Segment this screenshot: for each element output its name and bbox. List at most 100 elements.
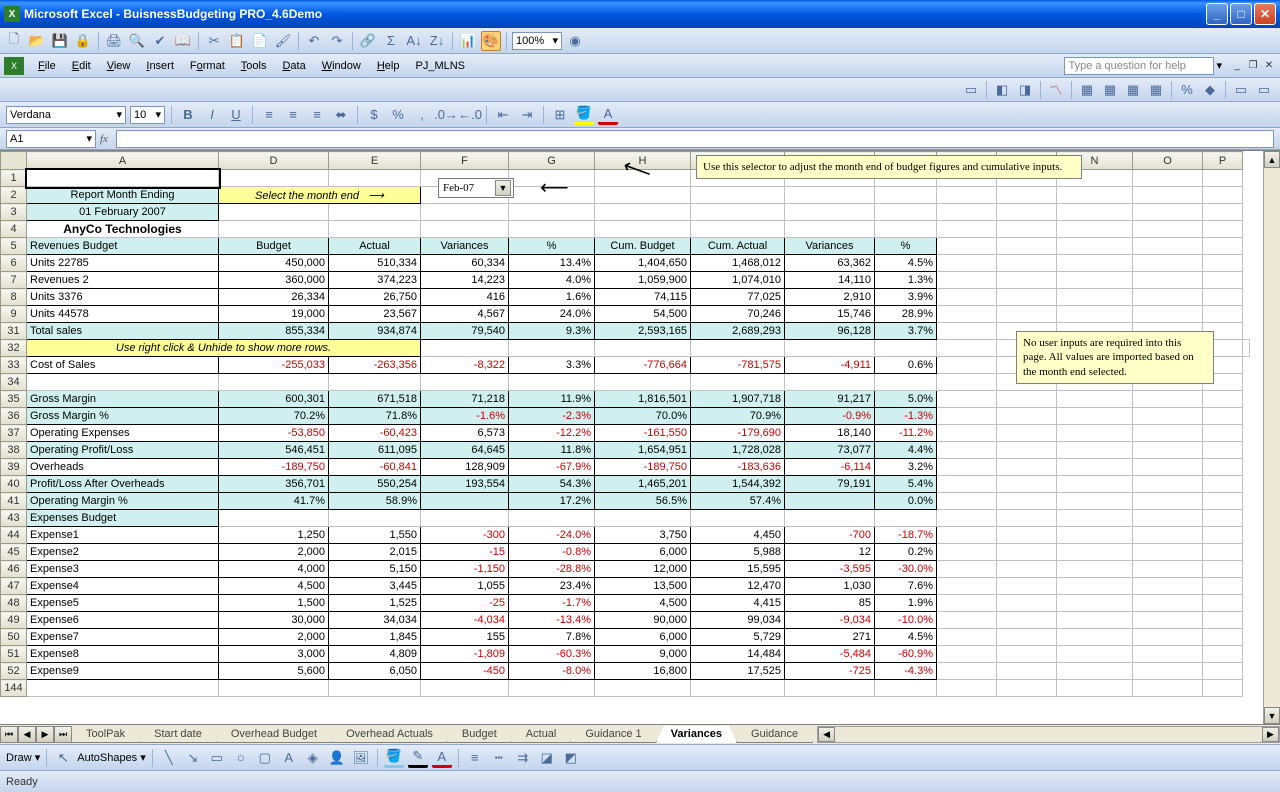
- preview-icon[interactable]: 🔍: [127, 31, 147, 51]
- menu-format[interactable]: Format: [182, 57, 233, 75]
- sheet-tab[interactable]: Start date: [139, 726, 217, 743]
- sheet-tab[interactable]: Budget: [447, 726, 512, 743]
- sheet-tab[interactable]: Overhead Actuals: [331, 726, 448, 743]
- dec-decimal-icon[interactable]: ←.0: [460, 105, 480, 125]
- picture-icon[interactable]: 🖼: [351, 748, 371, 768]
- te-icon[interactable]: ▦: [1100, 80, 1120, 100]
- close-button[interactable]: ✕: [1254, 3, 1276, 25]
- clipart-icon[interactable]: 👤: [327, 748, 347, 768]
- font-color2-icon[interactable]: A: [432, 748, 452, 768]
- bold-icon[interactable]: B: [178, 105, 198, 125]
- underline-icon[interactable]: U: [226, 105, 246, 125]
- align-right-icon[interactable]: ≡: [307, 105, 327, 125]
- shadow-icon[interactable]: ◪: [537, 748, 557, 768]
- menu-tools[interactable]: Tools: [233, 57, 275, 75]
- font-color-icon[interactable]: A: [598, 105, 618, 125]
- row-header[interactable]: 44: [1, 527, 27, 544]
- draw-menu[interactable]: Draw ▾: [6, 751, 40, 764]
- menu-window[interactable]: Window: [314, 57, 369, 75]
- copy-icon[interactable]: 📋: [227, 31, 247, 51]
- help-icon[interactable]: ◉: [565, 31, 585, 51]
- row-header[interactable]: 35: [1, 391, 27, 408]
- row-header[interactable]: 38: [1, 442, 27, 459]
- open-icon[interactable]: 📂: [27, 31, 47, 51]
- 3d-icon[interactable]: ◩: [561, 748, 581, 768]
- row-header[interactable]: 9: [1, 306, 27, 323]
- diagram-icon[interactable]: ◈: [303, 748, 323, 768]
- autoshapes-menu[interactable]: AutoShapes ▾: [77, 751, 146, 764]
- sheet-tab[interactable]: Overhead Budget: [216, 726, 332, 743]
- menu-insert[interactable]: Insert: [138, 57, 182, 75]
- inc-decimal-icon[interactable]: .0→: [436, 105, 456, 125]
- currency-icon[interactable]: $: [364, 105, 384, 125]
- line-icon[interactable]: ╲: [159, 748, 179, 768]
- sheet-tab[interactable]: Variances: [656, 726, 737, 743]
- sheet-tab[interactable]: Actual: [511, 726, 572, 743]
- col-header[interactable]: P: [1203, 152, 1243, 170]
- row-header[interactable]: 40: [1, 476, 27, 493]
- new-icon[interactable]: 🗋: [4, 31, 24, 51]
- align-left-icon[interactable]: ≡: [259, 105, 279, 125]
- sheet-tab[interactable]: Guidance 1: [570, 726, 656, 743]
- tab-last-button[interactable]: ⏭: [54, 726, 72, 743]
- menu-help[interactable]: Help: [369, 57, 408, 75]
- font-name-select[interactable]: Verdana▾: [6, 106, 126, 124]
- borders-icon[interactable]: ⊞: [550, 105, 570, 125]
- doc-close-button[interactable]: ✕: [1262, 59, 1276, 73]
- row-header[interactable]: 6: [1, 255, 27, 272]
- fill-color2-icon[interactable]: 🪣: [384, 748, 404, 768]
- maximize-button[interactable]: □: [1230, 3, 1252, 25]
- row-header[interactable]: 2: [1, 187, 27, 204]
- chart-line-icon[interactable]: 〽: [1046, 80, 1066, 100]
- row-header[interactable]: 52: [1, 663, 27, 680]
- row-header[interactable]: 49: [1, 612, 27, 629]
- hyperlink-icon[interactable]: 🔗: [358, 31, 378, 51]
- inc-indent-icon[interactable]: ⇥: [517, 105, 537, 125]
- menu-custom[interactable]: PJ_MLNS: [407, 57, 473, 75]
- research-icon[interactable]: 📖: [173, 31, 193, 51]
- col-header[interactable]: A: [27, 152, 219, 170]
- row-header[interactable]: 37: [1, 425, 27, 442]
- formula-input[interactable]: [116, 130, 1274, 148]
- row-header[interactable]: 3: [1, 204, 27, 221]
- row-header[interactable]: 50: [1, 629, 27, 646]
- row-header[interactable]: 1: [1, 170, 27, 187]
- sheet-tab[interactable]: Guidance: [736, 726, 813, 743]
- undo-icon[interactable]: ↶: [304, 31, 324, 51]
- sort-asc-icon[interactable]: A↓: [404, 31, 424, 51]
- format-painter-icon[interactable]: 🖌: [273, 31, 293, 51]
- autosum-icon[interactable]: Σ: [381, 31, 401, 51]
- align-center-icon[interactable]: ≡: [283, 105, 303, 125]
- tj-icon[interactable]: ▭: [1254, 80, 1274, 100]
- sheet-tab[interactable]: ToolPak: [71, 726, 140, 743]
- tab-prev-button[interactable]: ◀: [18, 726, 36, 743]
- menu-data[interactable]: Data: [274, 57, 313, 75]
- row-header[interactable]: 39: [1, 459, 27, 476]
- minimize-button[interactable]: _: [1206, 3, 1228, 25]
- doc-minimize-button[interactable]: _: [1230, 59, 1244, 73]
- worksheet-icon[interactable]: X: [4, 57, 24, 75]
- name-box[interactable]: A1▾: [6, 130, 96, 148]
- dash-style-icon[interactable]: ┅: [489, 748, 509, 768]
- doc-restore-button[interactable]: ❐: [1246, 59, 1260, 73]
- tf-icon[interactable]: ▦: [1123, 80, 1143, 100]
- col-header[interactable]: O: [1133, 152, 1203, 170]
- redo-icon[interactable]: ↷: [327, 31, 347, 51]
- menu-file[interactable]: File: [30, 57, 64, 75]
- row-header[interactable]: 46: [1, 561, 27, 578]
- row-header[interactable]: 34: [1, 374, 27, 391]
- row-header[interactable]: 33: [1, 357, 27, 374]
- wordart-icon[interactable]: A: [279, 748, 299, 768]
- menu-view[interactable]: View: [99, 57, 139, 75]
- col-header[interactable]: E: [329, 152, 421, 170]
- row-header[interactable]: 32: [1, 340, 27, 357]
- cut-icon[interactable]: ✂: [204, 31, 224, 51]
- td-icon[interactable]: ▦: [1077, 80, 1097, 100]
- row-header[interactable]: 47: [1, 578, 27, 595]
- col-header[interactable]: G: [509, 152, 595, 170]
- row-header[interactable]: 7: [1, 272, 27, 289]
- italic-icon[interactable]: I: [202, 105, 222, 125]
- fx-icon[interactable]: fx: [100, 133, 108, 145]
- th-icon[interactable]: ◆: [1200, 80, 1220, 100]
- row-header[interactable]: 4: [1, 221, 27, 238]
